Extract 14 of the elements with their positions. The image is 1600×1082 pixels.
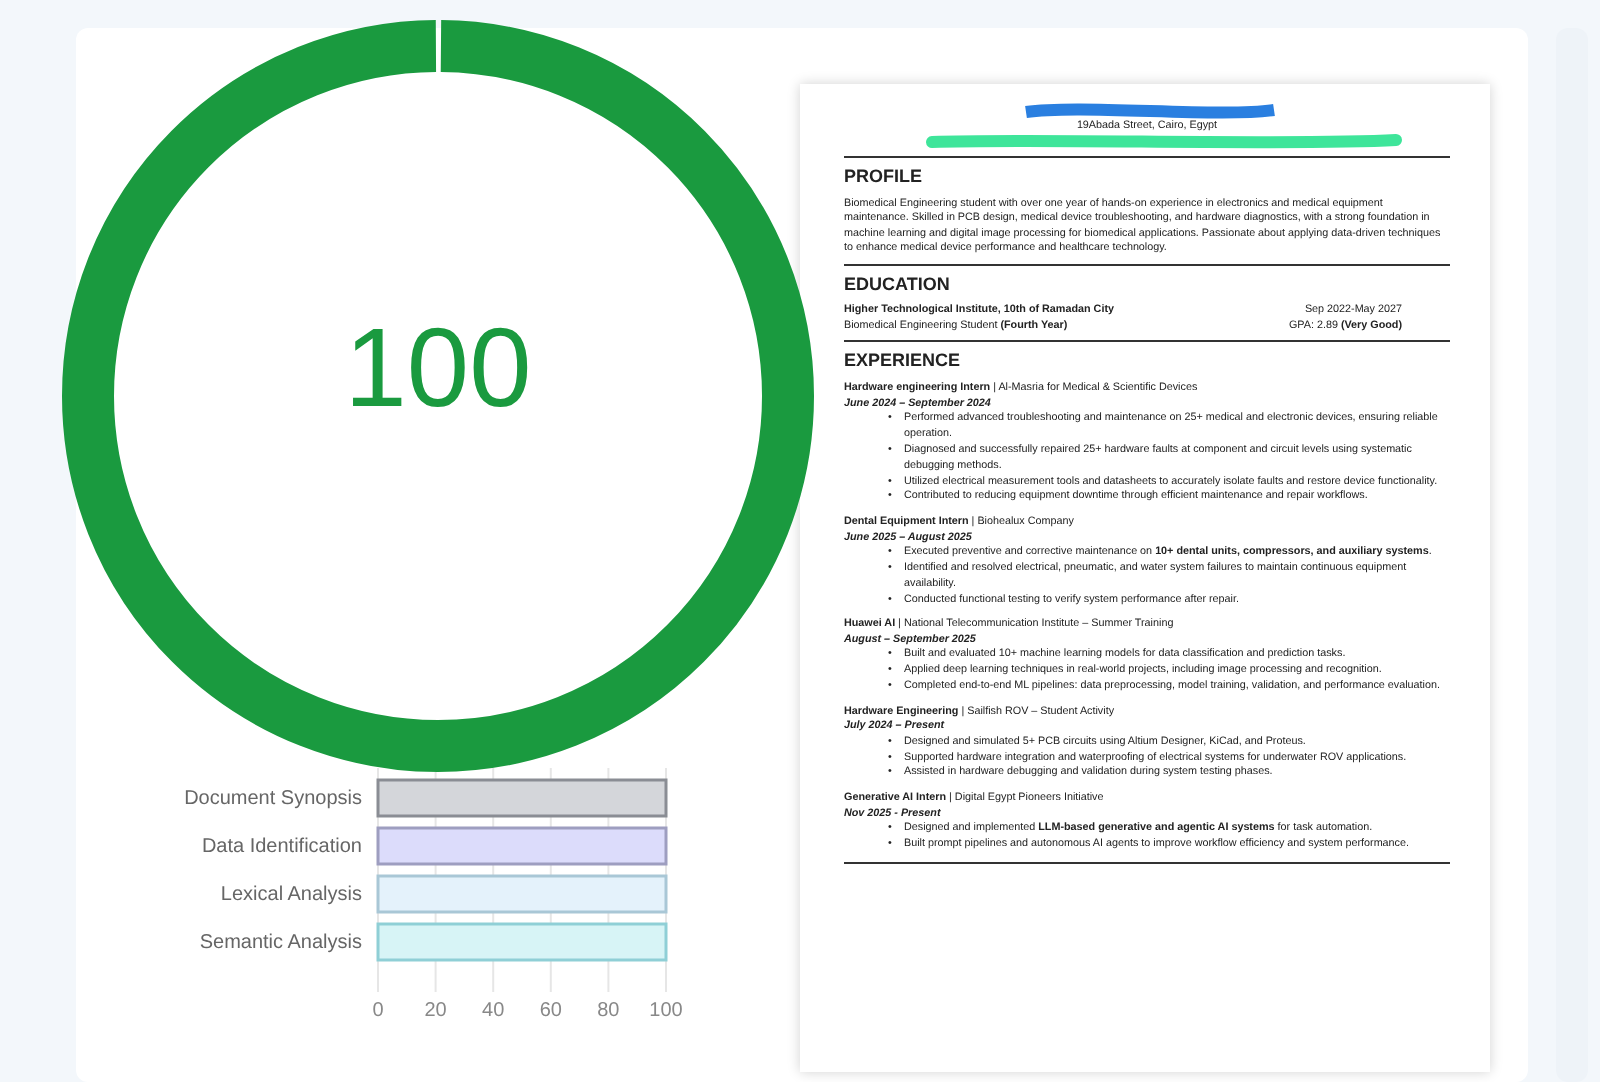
category-label: Data Identification (201, 836, 362, 858)
tick-label: 60 (539, 1000, 562, 1022)
score-value: 100 (342, 312, 534, 424)
category-label: Lexical Analysis (220, 884, 362, 906)
section-heading: PROFILE (844, 164, 925, 190)
category-label: Document Synopsis (184, 788, 362, 810)
tick-label: 20 (424, 1000, 447, 1022)
tick-label: 80 (597, 1000, 620, 1022)
section-heading: EDUCATION (844, 271, 952, 297)
tick-label: 100 (649, 1000, 683, 1022)
section-heading: EXPERIENCE (844, 347, 963, 373)
tick-label: 0 (372, 1000, 384, 1022)
category-label: Semantic Analysis (199, 932, 362, 954)
tick-label: 40 (482, 1000, 505, 1022)
